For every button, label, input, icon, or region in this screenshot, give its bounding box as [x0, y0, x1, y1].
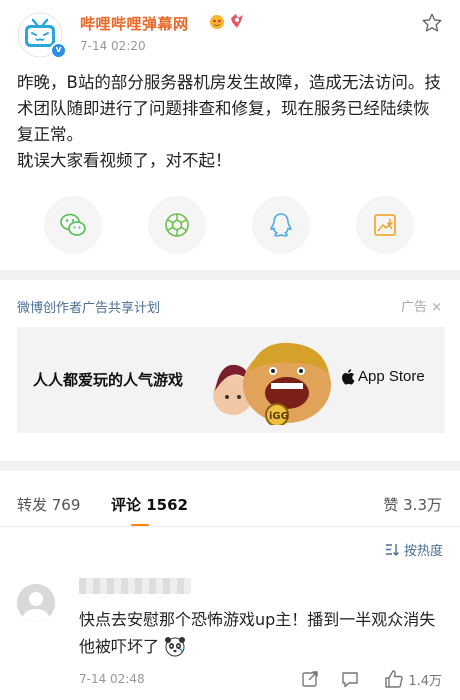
commenter-name-redacted[interactable]	[79, 578, 191, 594]
emoji-badge-icon	[210, 15, 224, 29]
comment-like-count: 1.4万	[408, 673, 442, 689]
post-header: v 哔哩哔哩弹幕网 7-14 02:20	[0, 0, 460, 62]
comment-like-button[interactable]: 1.4万	[384, 669, 442, 689]
ad-close-button[interactable]: 广告 ×	[401, 296, 442, 315]
thumbs-up-icon	[385, 670, 403, 688]
app-store-button[interactable]: App Store	[341, 368, 425, 385]
default-avatar-icon	[17, 584, 55, 622]
share-wechat-button[interactable]	[44, 196, 102, 254]
panda-emoji-icon	[165, 637, 186, 657]
share-moments-button[interactable]	[148, 196, 206, 254]
svg-text:iGG: iGG	[269, 411, 289, 422]
save-image-button[interactable]	[356, 196, 414, 254]
post-paragraph: 耽误大家看视频了，对不起！	[17, 151, 232, 170]
save-image-icon	[374, 214, 396, 236]
comment-time: 7-14 02:48	[79, 672, 145, 686]
qq-icon	[270, 213, 292, 237]
share-comment-icon[interactable]	[300, 669, 320, 689]
user-badges	[208, 12, 246, 30]
comment-text: 快点去安慰那个恐怖游戏up主！播到一半观众消失他被吓坏了	[79, 606, 449, 660]
tab-like[interactable]: 赞 3.3万	[383, 494, 442, 515]
tab-repost[interactable]: 转发 769	[17, 494, 80, 515]
close-icon: ×	[426, 300, 442, 315]
section-divider	[0, 270, 460, 280]
post-body: 昨晚，B站的部分服务器机房发生故障，造成无法访问。技术团队随即进行了问题排查和修…	[17, 70, 445, 174]
tab-comment[interactable]: 评论 1562	[111, 494, 188, 515]
reply-comment-icon[interactable]	[340, 669, 360, 689]
interaction-tabs: 转发 769 评论 1562 赞 3.3万	[0, 480, 460, 527]
wechat-icon	[60, 213, 86, 236]
apple-icon	[342, 368, 355, 385]
comment-body: 快点去安慰那个恐怖游戏up主！播到一半观众消失他被吓坏了	[79, 610, 436, 656]
game-character-art-icon: iGG	[213, 342, 331, 425]
post-time: 7-14 02:20	[80, 39, 146, 53]
ad-banner[interactable]: 人人都爱玩的人气游戏 iGG App Store	[17, 327, 445, 433]
ad-slogan: 人人都爱玩的人气游戏	[33, 371, 184, 389]
commenter-avatar[interactable]	[17, 584, 55, 622]
gift-badge-icon	[231, 14, 243, 28]
user-name[interactable]: 哔哩哔哩弹幕网	[80, 13, 189, 34]
star-outline-icon[interactable]	[421, 12, 443, 34]
verified-badge-icon: v	[50, 42, 67, 59]
sort-icon	[385, 544, 399, 556]
section-divider	[0, 461, 460, 471]
share-qq-button[interactable]	[252, 196, 310, 254]
app-store-label: App Store	[358, 368, 425, 385]
moments-icon	[165, 213, 189, 237]
ad-tag-label: 广告	[400, 300, 427, 315]
sort-label: 按热度	[403, 544, 443, 559]
tabs-divider	[0, 526, 460, 527]
ad-program-title[interactable]: 微博创作者广告共享计划	[17, 297, 160, 316]
comment-item: 快点去安慰那个恐怖游戏up主！播到一半观众消失他被吓坏了 7-14 02:48 …	[0, 572, 460, 700]
post-paragraph: 昨晚，B站的部分服务器机房发生故障，造成无法访问。技术团队随即进行了问题排查和修…	[17, 73, 441, 144]
ad-header: 微博创作者广告共享计划 广告 ×	[0, 285, 460, 325]
share-row	[0, 196, 460, 254]
sort-button[interactable]: 按热度	[385, 540, 443, 559]
